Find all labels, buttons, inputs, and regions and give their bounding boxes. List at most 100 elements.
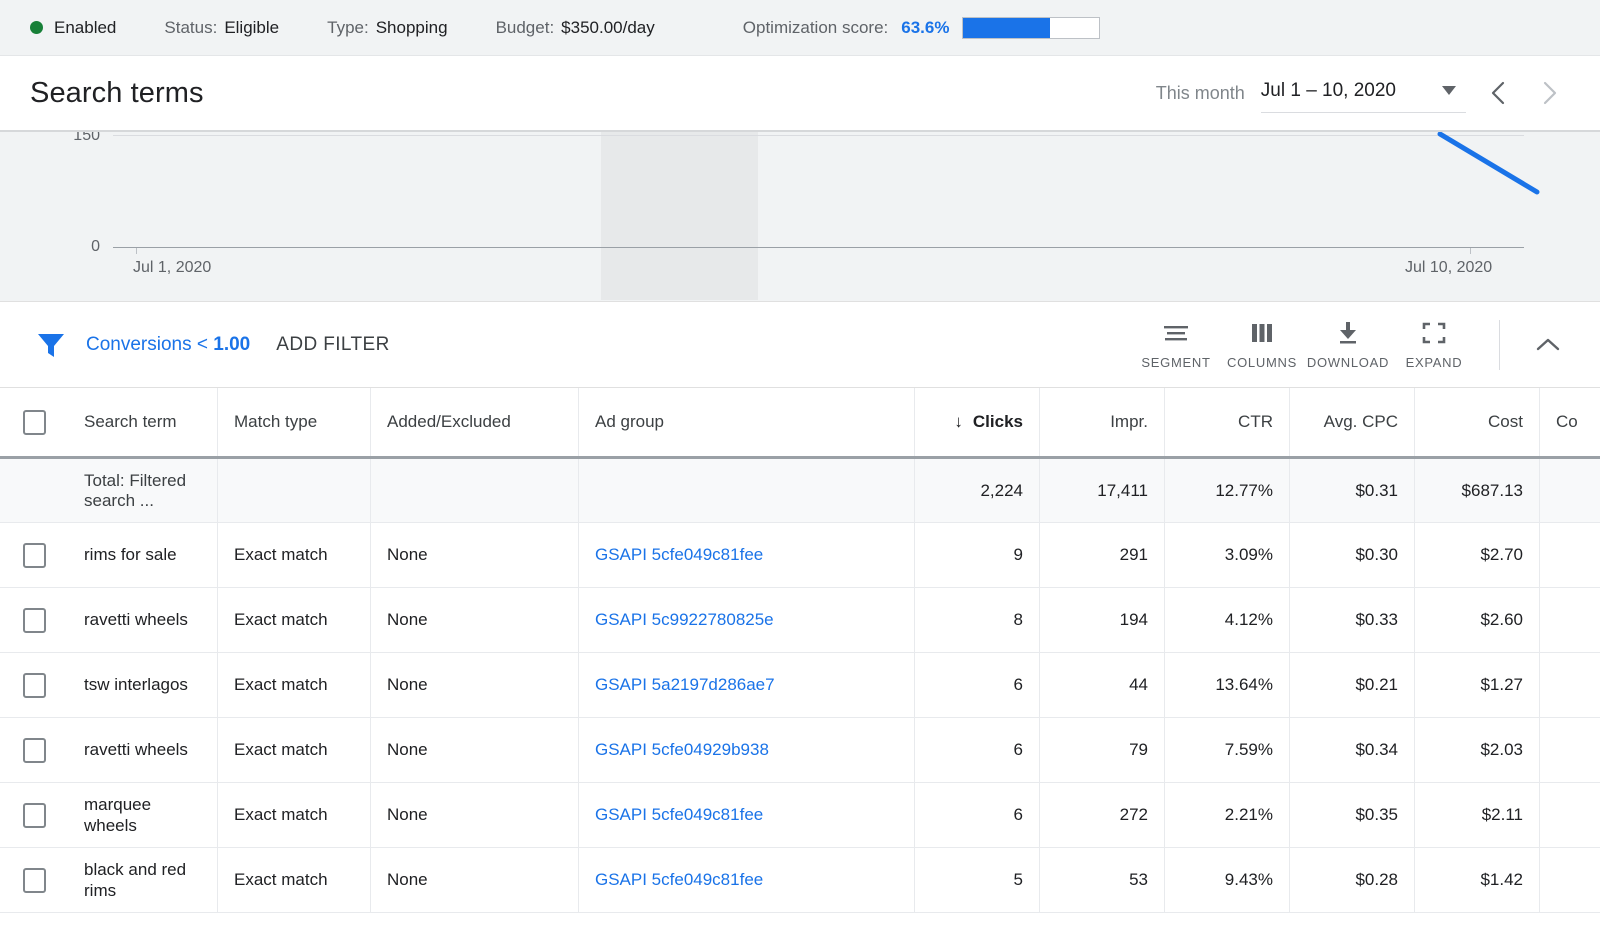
cell-cost: $2.60 (1415, 588, 1540, 652)
ad-group-link[interactable]: GSAPI 5cfe04929b938 (595, 740, 769, 760)
cell-clicks: 6 (915, 718, 1040, 782)
column-header-ad-group[interactable]: Ad group (579, 388, 915, 456)
collapse-chart-button[interactable] (1526, 337, 1570, 353)
select-all-checkbox[interactable] (23, 410, 46, 435)
cell-impressions: 291 (1040, 523, 1165, 587)
performance-chart[interactable]: 150 0 Jul 1, 2020 Jul 10, 2020 (0, 130, 1600, 302)
table-row[interactable]: tsw interlagosExact matchNone GSAPI 5a219… (0, 653, 1600, 718)
column-header-match-type[interactable]: Match type (218, 388, 371, 456)
cell-ad-group[interactable]: GSAPI 5cfe04929b938 (579, 718, 915, 782)
add-filter-button[interactable]: ADD FILTER (276, 334, 389, 356)
column-header-clicks[interactable]: ↓ Clicks (915, 388, 1040, 456)
cell-ctr: 13.64% (1165, 653, 1290, 717)
download-button[interactable]: DOWNLOAD (1305, 320, 1391, 370)
cell-search-term: ravetti wheels (68, 718, 218, 782)
page-header: Search terms This month Jul 1 – 10, 2020 (0, 56, 1600, 130)
cell-impressions: 79 (1040, 718, 1165, 782)
cell-ad-group[interactable]: GSAPI 5a2197d286ae7 (579, 653, 915, 717)
column-header-search-term[interactable]: Search term (68, 388, 218, 456)
cell-avg-cpc: $0.33 (1290, 588, 1415, 652)
ad-group-link[interactable]: GSAPI 5cfe049c81fee (595, 545, 763, 565)
cell-cost: $2.03 (1415, 718, 1540, 782)
status-field: Status: Eligible (164, 18, 279, 38)
cell-ad-group[interactable]: GSAPI 5c9922780825e (579, 588, 915, 652)
cell-search-term: ravetti wheels (68, 588, 218, 652)
cell-clicks: 5 (915, 848, 1040, 912)
total-cost: $687.13 (1415, 459, 1540, 522)
next-period-button[interactable] (1530, 73, 1570, 113)
ad-group-link[interactable]: GSAPI 5a2197d286ae7 (595, 675, 775, 695)
total-added-excluded (371, 459, 579, 522)
cell-clicks: 8 (915, 588, 1040, 652)
column-header-avg-cpc[interactable]: Avg. CPC (1290, 388, 1415, 456)
ad-group-link[interactable]: GSAPI 5cfe049c81fee (595, 805, 763, 825)
row-checkbox[interactable] (23, 868, 46, 893)
total-match-type (218, 459, 371, 522)
row-select-cell[interactable] (0, 718, 68, 782)
segment-button[interactable]: SEGMENT (1133, 320, 1219, 370)
cell-impressions: 44 (1040, 653, 1165, 717)
cell-added-excluded: None (371, 848, 579, 912)
row-select-cell[interactable] (0, 848, 68, 912)
cell-match-type: Exact match (218, 523, 371, 587)
table-row[interactable]: marquee wheelsExact matchNoneGSAPI 5cfe0… (0, 783, 1600, 848)
column-header-added-excluded[interactable]: Added/Excluded (371, 388, 579, 456)
previous-period-button[interactable] (1478, 73, 1518, 113)
enabled-dot-icon (30, 21, 43, 34)
table-row[interactable]: black and red rimsExact matchNoneGSAPI 5… (0, 848, 1600, 913)
table-row[interactable]: ravetti wheelsExact matchNoneGSAPI 5cfe0… (0, 718, 1600, 783)
cell-ctr: 7.59% (1165, 718, 1290, 782)
row-select-cell[interactable] (0, 523, 68, 587)
total-conversions (1540, 459, 1600, 522)
select-all-cell[interactable] (0, 388, 68, 456)
optimization-score-field[interactable]: Optimization score: 63.6% (743, 17, 1101, 39)
columns-label: COLUMNS (1227, 355, 1297, 370)
filter-icon[interactable] (36, 331, 66, 359)
expand-button[interactable]: EXPAND (1391, 320, 1477, 370)
total-checkbox-cell (0, 459, 68, 522)
cell-conversions (1540, 848, 1600, 912)
cell-ad-group[interactable]: GSAPI 5cfe049c81fee (579, 783, 915, 847)
total-label: Total: Filtered search ... (68, 459, 218, 522)
cell-added-excluded: None (371, 653, 579, 717)
cell-ad-group[interactable]: GSAPI 5cfe049c81fee (579, 523, 915, 587)
column-header-ctr[interactable]: CTR (1165, 388, 1290, 456)
row-checkbox[interactable] (23, 543, 46, 568)
row-checkbox[interactable] (23, 608, 46, 633)
row-checkbox[interactable] (23, 738, 46, 763)
type-field-label: Type: (327, 18, 369, 38)
active-filter-label: Conversions < (86, 334, 208, 355)
enabled-status: Enabled (30, 18, 116, 38)
columns-button[interactable]: COLUMNS (1219, 320, 1305, 370)
expand-label: EXPAND (1406, 355, 1463, 370)
ad-group-link[interactable]: GSAPI 5c9922780825e (595, 610, 774, 630)
column-header-cost[interactable]: Cost (1415, 388, 1540, 456)
cell-cost: $1.27 (1415, 653, 1540, 717)
table-body: rims for saleExact matchNoneGSAPI 5cfe04… (0, 523, 1600, 913)
cell-ad-group[interactable]: GSAPI 5cfe049c81fee (579, 848, 915, 912)
row-select-cell[interactable] (0, 588, 68, 652)
ad-group-link[interactable]: GSAPI 5cfe049c81fee (595, 870, 763, 890)
row-checkbox[interactable] (23, 803, 46, 828)
row-select-cell[interactable] (0, 783, 68, 847)
cell-clicks: 6 (915, 653, 1040, 717)
active-filter-chip[interactable]: Conversions < 1.00 (86, 334, 250, 356)
row-checkbox[interactable] (23, 673, 46, 698)
date-range-picker[interactable]: Jul 1 – 10, 2020 (1261, 74, 1466, 113)
cell-match-type: Exact match (218, 653, 371, 717)
cell-search-term: tsw interlagos (68, 653, 218, 717)
budget-field[interactable]: Budget: $350.00/day (496, 18, 655, 38)
cell-impressions: 194 (1040, 588, 1165, 652)
segment-icon (1163, 320, 1189, 346)
cell-ctr: 2.21% (1165, 783, 1290, 847)
chevron-down-icon (1442, 86, 1456, 95)
toolbar-divider (1499, 320, 1500, 370)
search-terms-page: Enabled Status: Eligible Type: Shopping … (0, 0, 1600, 939)
table-row[interactable]: ravetti wheelsExact matchNoneGSAPI 5c992… (0, 588, 1600, 653)
column-header-conversions[interactable]: Co (1540, 388, 1600, 456)
table-row[interactable]: rims for saleExact matchNoneGSAPI 5cfe04… (0, 523, 1600, 588)
column-header-impressions[interactable]: Impr. (1040, 388, 1165, 456)
cell-added-excluded: None (371, 783, 579, 847)
row-select-cell[interactable] (0, 653, 68, 717)
table-toolbar: Conversions < 1.00 ADD FILTER SEGMENT (0, 302, 1600, 388)
